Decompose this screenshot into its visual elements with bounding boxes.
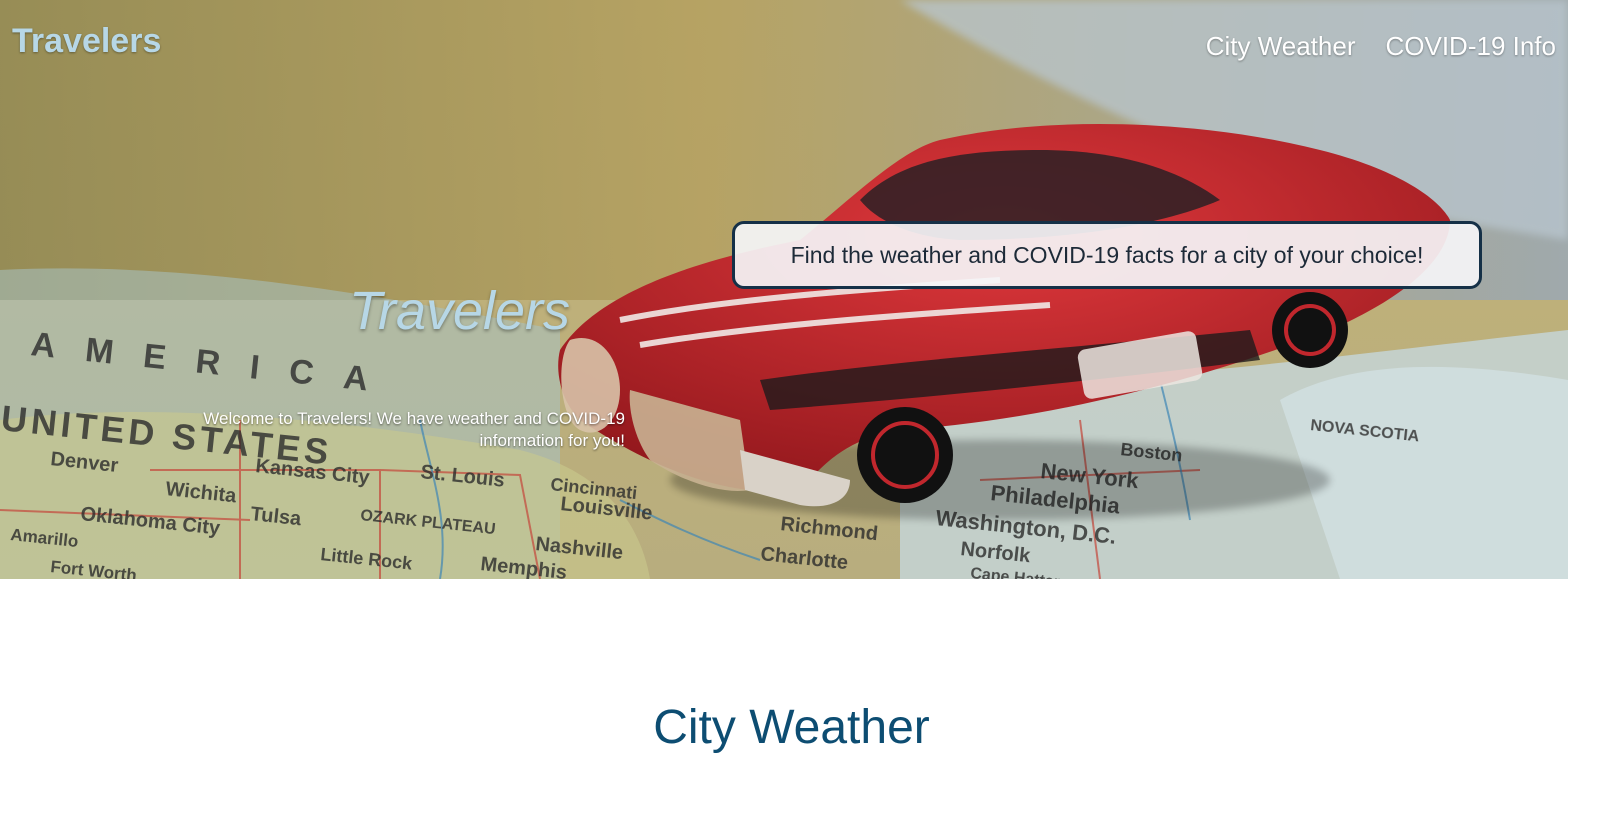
nav-link-city-weather[interactable]: City Weather (1206, 31, 1356, 62)
brand-logo-link[interactable]: Travelers (12, 22, 161, 61)
hero-title: Travelers (349, 281, 571, 341)
hero-welcome-text: Welcome to Travelers! We have weather an… (203, 409, 625, 450)
nav-link-covid-info[interactable]: COVID-19 Info (1385, 31, 1556, 62)
hero-background-image: AMERICA UNITED STATES Denver Wichita Kan… (0, 0, 1568, 579)
hero-tagline-text: Find the weather and COVID-19 facts for … (790, 241, 1424, 268)
hero-banner: AMERICA UNITED STATES Denver Wichita Kan… (0, 0, 1568, 579)
section-title-city-weather: City Weather (653, 701, 930, 754)
hero-tagline-box: Find the weather and COVID-19 facts for … (732, 221, 1482, 289)
top-nav: City Weather COVID-19 Info (1206, 31, 1556, 62)
